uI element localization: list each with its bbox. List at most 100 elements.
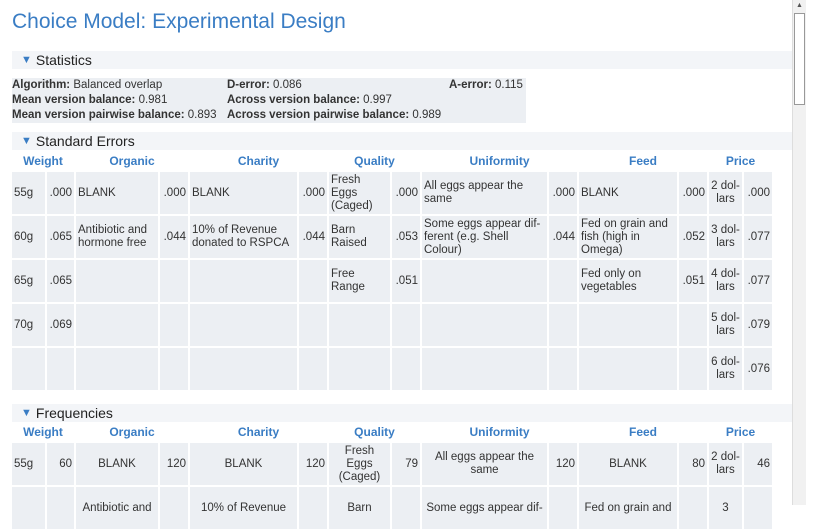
level-cell: Antibiotic and hormone free [76,216,158,258]
level-cell: Fed on grain and [579,487,677,529]
triangle-down-icon: ▼ [21,54,32,66]
value-cell: .077 [744,216,772,258]
level-cell: Fresh Eggs (Caged) [329,172,390,214]
standard-errors-section-toggle[interactable]: ▼ Standard Errors [12,132,794,150]
level-cell: 10% of Revenue donated to RSPCA [190,216,297,258]
level-cell: BLANK [76,443,158,485]
value-cell: .044 [549,216,577,258]
level-cell: BLANK [579,172,677,214]
value-cell: 60 [47,443,74,485]
level-cell: 5 dol- lars [709,304,742,346]
aerror-value: 0.115 [495,79,523,91]
value-cell [47,487,74,529]
level-cell [190,348,297,390]
value-cell [160,304,188,346]
level-cell: All eggs appear the same [422,443,547,485]
level-cell [190,304,297,346]
level-cell: 2 dol- lars [709,443,742,485]
scrollbar-thumb[interactable] [794,13,805,105]
value-cell: .065 [47,216,74,258]
level-cell: All eggs appear the same [422,172,547,214]
value-cell: 120 [549,443,577,485]
level-cell: 3 [709,487,742,529]
value-cell: 46 [744,443,772,485]
value-cell: .044 [160,216,188,258]
mvpb-value: 0.893 [187,109,217,121]
statistics-section-toggle[interactable]: ▼ Statistics [12,51,794,69]
level-cell [12,487,45,529]
level-cell [76,348,158,390]
column-header: Organic [76,152,188,170]
value-cell: 80 [679,443,707,485]
table-header-row: Weight Organic Charity Quality Uniformity Fee… [12,152,772,170]
value-cell: .000 [679,172,707,214]
value-cell: .044 [299,216,327,258]
avpb-value: 0.989 [412,109,442,121]
value-cell: .000 [299,172,327,214]
value-cell: 120 [160,443,188,485]
column-header: Quality [329,152,420,170]
derror-value: 0.086 [273,79,302,91]
level-cell [190,260,297,302]
mvb-label: Mean version balance: [12,94,136,106]
mvb-value: 0.981 [138,94,168,106]
value-cell [47,348,74,390]
value-cell: .051 [392,260,420,302]
level-cell: Barn Raised [329,216,390,258]
frequencies-section-title: Frequencies [35,405,113,421]
level-cell: 60g [12,216,45,258]
value-cell [744,487,772,529]
standard-errors-table: Weight Organic Charity Quality Uniformity Fee… [10,150,774,392]
level-cell: Some eggs appear dif- ferent (e.g. Shell… [422,216,547,258]
level-cell [422,348,547,390]
page-title: Choice Model: Experimental Design [12,10,346,33]
vertical-scrollbar[interactable]: ▲ [792,0,806,505]
value-cell: .079 [744,304,772,346]
frequencies-table: Weight Organic Charity Quality Uniformity Fee… [10,421,774,531]
value-cell: .076 [744,348,772,390]
table-row: 60g .065 Antibiotic and hormone free .044 10… [12,216,772,258]
value-cell [160,487,188,529]
value-cell [392,487,420,529]
table-row: Antibiotic and 10% of Revenue Barn Some egg… [12,487,772,529]
value-cell [549,304,577,346]
level-cell: Barn [329,487,390,529]
level-cell: 6 dol- lars [709,348,742,390]
value-cell: .065 [47,260,74,302]
value-cell: .052 [679,216,707,258]
value-cell [549,348,577,390]
value-cell [679,487,707,529]
aerror-label: A-error: [449,79,492,91]
column-header: Feed [579,152,707,170]
table-row: 70g .069 5 dol- lars .079 [12,304,772,346]
value-cell: .053 [392,216,420,258]
value-cell: .000 [47,172,74,214]
level-cell [12,348,45,390]
level-cell [329,348,390,390]
avb-value: 0.997 [363,94,392,106]
level-cell: BLANK [579,443,677,485]
value-cell [160,260,188,302]
table-row: 6 dol- lars .076 [12,348,772,390]
value-cell: 120 [299,443,327,485]
scroll-up-arrow-icon[interactable]: ▲ [793,0,806,12]
level-cell [329,304,390,346]
level-cell: Some eggs appear dif- [422,487,547,529]
table-header-row: Weight Organic Charity Quality Uniformity Fee… [12,423,772,441]
value-cell [679,348,707,390]
derror-label: D-error: [227,79,270,91]
level-cell: 10% of Revenue [190,487,297,529]
value-cell [679,304,707,346]
value-cell: .000 [549,172,577,214]
level-cell [579,304,677,346]
level-cell: BLANK [76,172,158,214]
level-cell [422,260,547,302]
level-cell: BLANK [190,443,297,485]
level-cell: 2 dol- lars [709,172,742,214]
triangle-down-icon: ▼ [21,135,32,147]
algorithm-value: Balanced overlap [73,79,163,91]
frequencies-section-toggle[interactable]: ▼ Frequencies [12,404,794,422]
statistics-section-title: Statistics [35,52,92,68]
value-cell [299,487,327,529]
level-cell [76,304,158,346]
